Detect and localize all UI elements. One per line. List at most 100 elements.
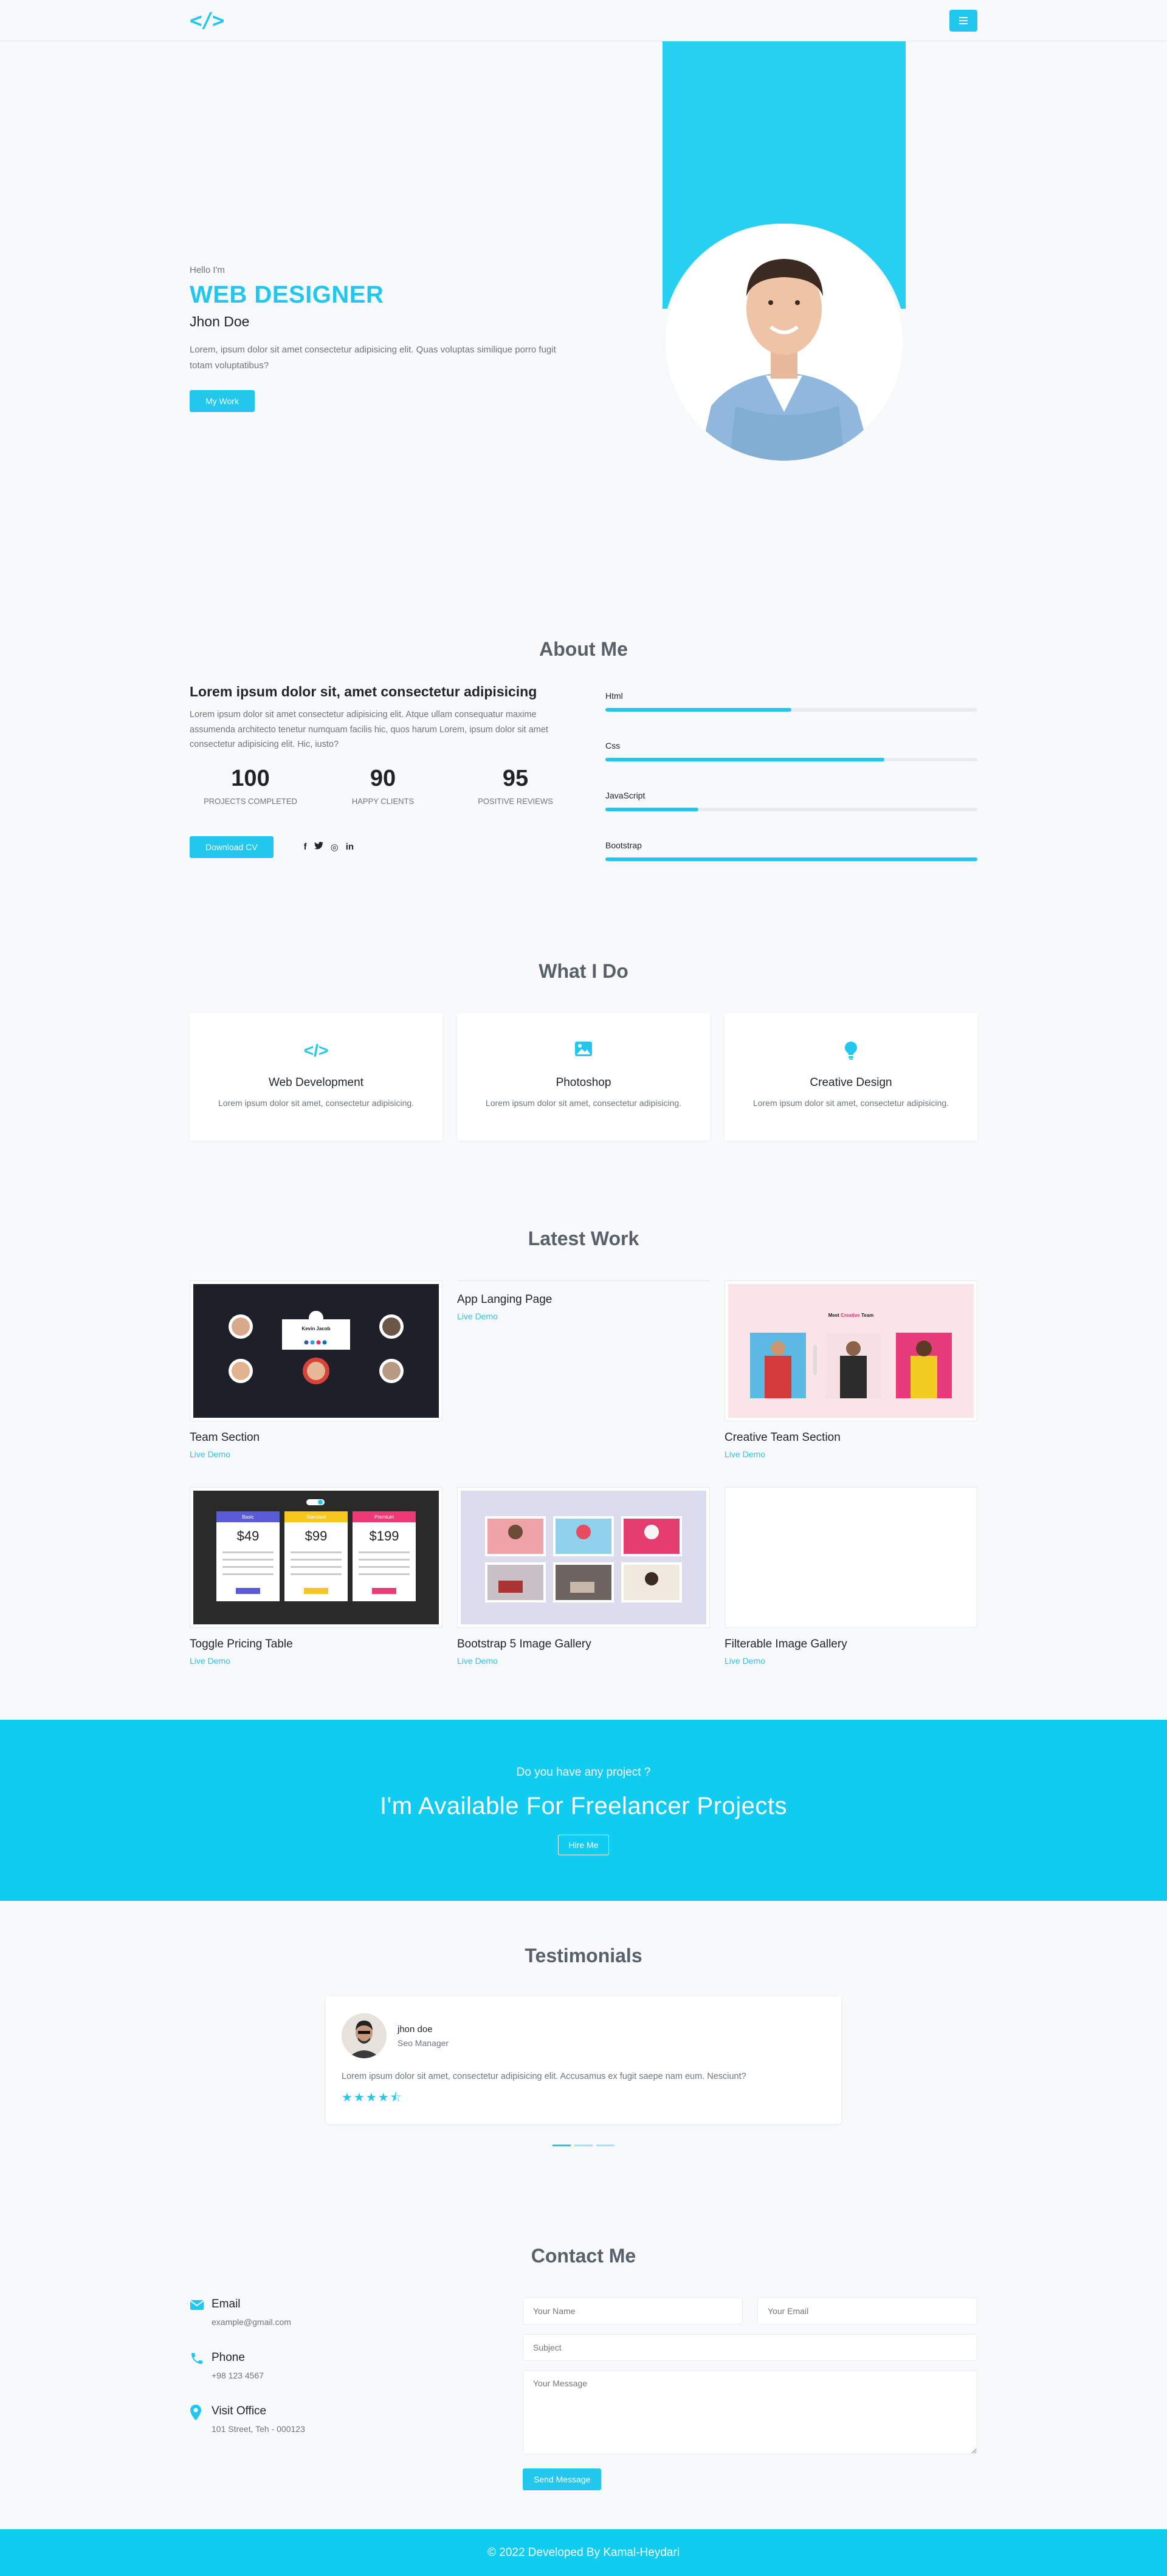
stat-number: 90 xyxy=(370,765,396,791)
hamburger-icon[interactable] xyxy=(949,10,977,32)
work-thumbnail[interactable]: Kevin Jacob xyxy=(190,1280,442,1421)
service-description: Lorem ipsum dolor sit amet, consectetur … xyxy=(752,1098,949,1108)
service-title: Creative Design xyxy=(810,1076,892,1089)
hero-title: WEB DESIGNER xyxy=(190,281,384,308)
testimonials-title: Testimonials xyxy=(525,1945,642,1966)
skills-list: Html Css JavaScript Bootstrap xyxy=(605,684,977,890)
navbar: </> xyxy=(0,0,1167,41)
live-demo-link[interactable]: Live Demo xyxy=(457,1311,710,1321)
phone-icon xyxy=(190,2351,212,2380)
skill-css: Css xyxy=(605,741,977,761)
star-rating-icon: ★★★★⯪ xyxy=(342,2091,403,2104)
skill-bootstrap: Bootstrap xyxy=(605,840,977,861)
work-card-team-section: Kevin Jacob Team Section Live Demo xyxy=(190,1280,442,1459)
linkedin-icon[interactable]: in xyxy=(346,842,354,853)
download-cv-button[interactable]: Download CV xyxy=(190,836,274,858)
twitter-icon[interactable] xyxy=(314,842,323,853)
carousel-dot[interactable] xyxy=(596,2145,614,2146)
hero-greeting: Hello I'm xyxy=(190,265,225,275)
cta-title: I'm Available For Freelancer Projects xyxy=(379,1793,788,1819)
about-title: About Me xyxy=(539,638,628,660)
skill-progress xyxy=(605,857,977,861)
stat-number: 95 xyxy=(502,765,529,791)
work-thumbnail[interactable]: Meet Creative Team xyxy=(725,1280,977,1421)
skill-track xyxy=(605,808,977,811)
work-card-image-gallery: Bootstrap 5 Image Gallery Live Demo xyxy=(457,1487,710,1666)
plan-name: Basic xyxy=(242,1514,254,1520)
lightbulb-icon xyxy=(725,1041,977,1063)
service-card-photoshop: Photoshop Lorem ipsum dolor sit amet, co… xyxy=(457,1013,710,1141)
contact-email: Email example@gmail.com xyxy=(190,2298,494,2327)
service-title: Photoshop xyxy=(556,1076,611,1089)
carousel-dot[interactable] xyxy=(574,2145,593,2146)
email-input[interactable] xyxy=(757,2298,977,2324)
carousel-indicators xyxy=(190,2145,977,2146)
team-member-name: Kevin Jacob xyxy=(301,1326,330,1331)
instagram-icon[interactable]: ◎ xyxy=(331,842,339,853)
stat-reviews: 95 POSITIVE REVIEWS xyxy=(455,766,576,806)
service-description: Lorem ipsum dolor sit amet, consectetur … xyxy=(218,1098,415,1108)
skill-progress xyxy=(605,758,884,761)
testimonial-role: Seo Manager xyxy=(398,2038,449,2048)
stats-row: 100 PROJECTS COMPLETED 90 HAPPY CLIENTS … xyxy=(190,766,576,806)
contact-office-title: Visit Office xyxy=(212,2405,267,2417)
work-title: Bootstrap 5 Image Gallery xyxy=(457,1638,591,1650)
about-section: About Me Lorem ipsum dolor sit, amet con… xyxy=(0,523,1167,890)
contact-email-title: Email xyxy=(212,2298,241,2310)
image-icon xyxy=(457,1041,710,1063)
stat-clients: 90 HAPPY CLIENTS xyxy=(322,766,444,806)
work-title: Team Section xyxy=(190,1431,260,1444)
work-card-pricing-table: Basic Standard Premium $49 $99 $199 Togg… xyxy=(190,1487,442,1666)
footer-text: © 2022 Developed By Kamal-Heydari xyxy=(487,2546,680,2559)
work-title: Latest Work xyxy=(528,1228,639,1249)
name-input[interactable] xyxy=(523,2298,743,2324)
work-title: Creative Team Section xyxy=(725,1431,841,1444)
skill-track xyxy=(605,857,977,861)
message-textarea[interactable] xyxy=(523,2371,977,2454)
plan-price: $199 xyxy=(370,1528,399,1544)
stat-label: HAPPY CLIENTS xyxy=(351,796,415,806)
skill-progress xyxy=(605,808,698,811)
testimonial-card: jhon doe Seo Manager Lorem ipsum dolor s… xyxy=(326,1996,841,2124)
hero-name: Jhon Doe xyxy=(190,314,250,329)
plan-name: Standard xyxy=(306,1514,326,1520)
live-demo-link[interactable]: Live Demo xyxy=(457,1656,710,1666)
work-thumbnail[interactable]: Basic Standard Premium $49 $99 $199 xyxy=(190,1487,442,1628)
work-thumbnail[interactable] xyxy=(725,1487,977,1628)
avatar xyxy=(342,2013,387,2058)
testimonial-text: Lorem ipsum dolor sit amet, consectetur … xyxy=(342,2072,746,2081)
thumb-heading-a: Meet xyxy=(828,1313,841,1318)
brand-logo[interactable]: </> xyxy=(190,9,224,33)
contact-title: Contact Me xyxy=(531,2245,636,2267)
live-demo-link[interactable]: Live Demo xyxy=(725,1449,977,1459)
contact-office: Visit Office 101 Street, Teh - 000123 xyxy=(190,2405,494,2434)
stat-label: PROJECTS COMPLETED xyxy=(204,796,297,806)
subject-input[interactable] xyxy=(523,2334,977,2361)
my-work-button[interactable]: My Work xyxy=(190,390,255,412)
work-section: Latest Work Kevin Jacob Team Section Liv… xyxy=(0,1228,1167,1666)
live-demo-link[interactable]: Live Demo xyxy=(190,1656,442,1666)
facebook-icon[interactable]: f xyxy=(304,842,307,853)
live-demo-link[interactable]: Live Demo xyxy=(190,1449,442,1459)
thumb-heading-b: Creative xyxy=(841,1313,860,1318)
thumb-heading-c: Team xyxy=(860,1313,874,1318)
hire-me-button[interactable]: Hire Me xyxy=(558,1835,609,1855)
svg-text:Meet Creative Team: Meet Creative Team xyxy=(828,1313,874,1318)
contact-phone: Phone +98 123 4567 xyxy=(190,2351,494,2380)
about-text: Lorem ipsum dolor sit amet consectetur a… xyxy=(190,710,548,750)
work-card-app-landing-page: App Langing Page Live Demo xyxy=(457,1280,710,1459)
skill-progress xyxy=(605,708,791,712)
send-message-button[interactable]: Send Message xyxy=(523,2468,602,2490)
work-card-filterable-gallery: Filterable Image Gallery Live Demo xyxy=(725,1487,977,1666)
stat-number: 100 xyxy=(231,765,270,791)
live-demo-link[interactable]: Live Demo xyxy=(725,1656,977,1666)
skill-name: Bootstrap xyxy=(605,840,642,850)
testimonials-section: Testimonials jhon doe Seo Manager Lorem … xyxy=(0,1945,1167,2146)
service-title: Web Development xyxy=(269,1076,363,1089)
work-thumbnail[interactable] xyxy=(457,1487,710,1628)
work-title: Filterable Image Gallery xyxy=(725,1638,847,1650)
skill-javascript: JavaScript xyxy=(605,791,977,811)
carousel-dot[interactable] xyxy=(553,2145,571,2146)
hero-section: Hello I'm WEB DESIGNER Jhon Doe Lorem, i… xyxy=(0,41,1167,564)
cta-banner: Do you have any project ? I'm Available … xyxy=(0,1720,1167,1901)
